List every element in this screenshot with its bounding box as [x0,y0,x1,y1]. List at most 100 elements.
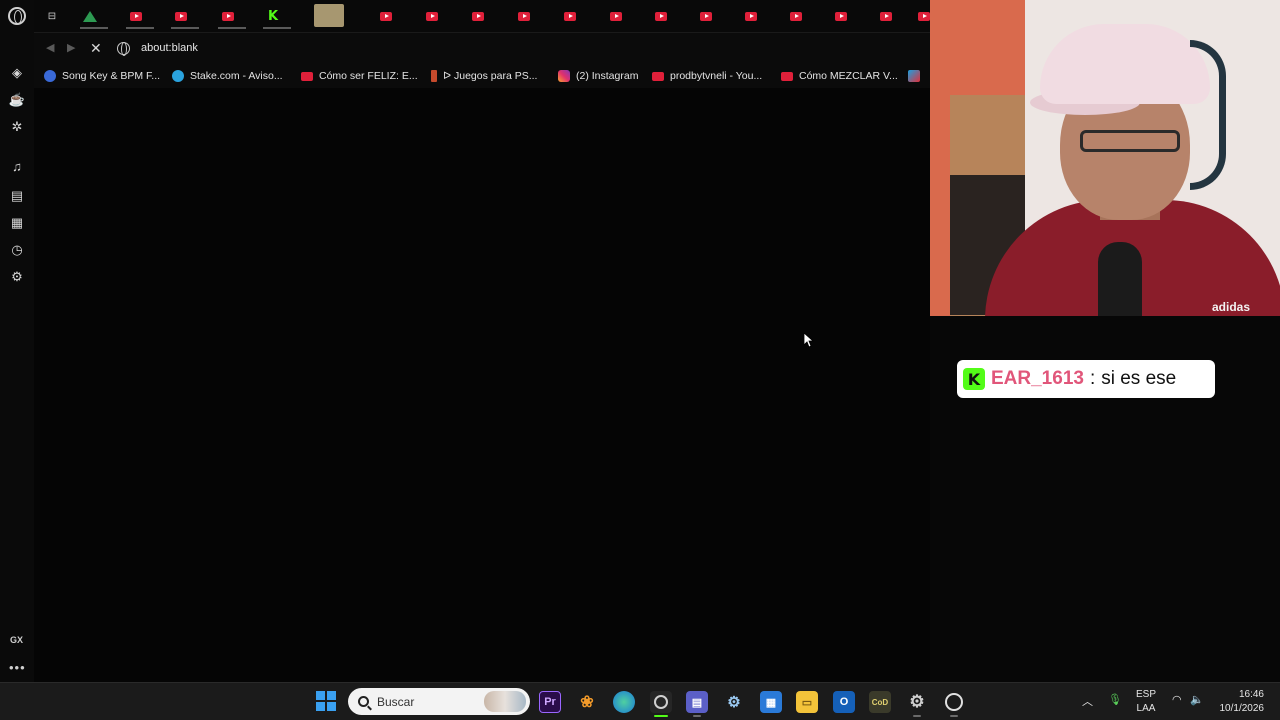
windows-start-icon[interactable] [316,691,336,711]
bookmark-label: Song Key & BPM F... [62,70,161,82]
bookmark-prodbytvneli[interactable]: prodbytvneli - You... [652,69,762,83]
taskbar-search[interactable]: Buscar [348,688,530,715]
url-field[interactable]: about:blank [141,42,198,54]
back-button[interactable]: ◀ [46,41,54,54]
youtube-icon [790,11,802,21]
tab-youtube-1[interactable] [122,5,154,29]
bookmark-label: ᐅ Juegos para PS... [443,70,538,82]
bookmark-label: Stake.com - Aviso... [190,70,283,82]
teams-icon[interactable]: ▤ [686,691,708,717]
fl-studio-icon[interactable]: ❀ [576,691,598,713]
opera-gx-icon[interactable] [8,7,26,25]
outlook-icon[interactable]: O [833,691,855,713]
youtube-icon [652,71,664,81]
gx-cleaner-icon[interactable]: ☕ [8,91,26,109]
address-bar: ◀ ▶ ✕ about:blank [34,32,930,64]
music-player-icon[interactable]: ♫ [8,158,26,176]
microphone [1098,242,1142,316]
clock-time: 16:46 [1238,689,1264,700]
bookmark-label: Cómo ser FELIZ: E... [319,70,418,82]
search-highlight-image [484,691,526,712]
bookmark-como-ser-feliz[interactable]: Cómo ser FELIZ: E... [301,69,418,83]
obs-icon[interactable] [943,691,965,717]
bookmark-como-mezclar[interactable]: Cómo MEZCLAR V... [781,69,898,83]
steam-icon[interactable]: ⚙ [723,691,745,713]
youtube-icon [610,11,622,21]
tab-youtube-5[interactable] [418,5,446,27]
settings-icon[interactable]: ⚙ [8,268,26,286]
tab-youtube-14[interactable] [827,5,855,27]
edge-icon[interactable] [613,691,635,713]
gx-corner-icon[interactable]: ✲ [8,118,26,136]
gx-label[interactable]: GX [10,635,23,645]
active-indicator [654,715,668,717]
youtube-icon [472,11,484,21]
shirt-logo: adidas [1212,300,1251,314]
call-of-duty-icon[interactable]: CoD [869,691,891,713]
tab-youtube-11[interactable] [692,5,720,27]
input-language[interactable]: ESP LAA [1136,688,1156,716]
youtube-icon [426,11,438,21]
tab-youtube-15[interactable] [872,5,900,27]
telegram-icon [172,70,184,82]
search-placeholder: Buscar [377,694,415,709]
bookmark-label: Cómo MEZCLAR V... [799,70,898,82]
show-hidden-icons-chevron-icon[interactable]: ︿ [1082,693,1093,709]
file-explorer-icon[interactable]: ▭ [796,691,818,713]
tab-youtube-13[interactable] [782,5,810,27]
tab-thumbnail[interactable] [314,4,344,27]
page-content[interactable] [34,88,930,682]
bookmark-song-key[interactable]: Song Key & BPM F... [44,69,160,83]
youtube-icon [130,11,142,21]
tab-strip: ⊟ K [34,0,930,32]
tab-kick[interactable]: K [259,5,291,29]
youtube-icon [380,11,392,21]
bookmarks-icon[interactable]: ▤ [8,187,26,205]
microsoft-store-icon[interactable]: ▦ [760,691,782,713]
tab-youtube-12[interactable] [737,5,765,27]
layout-code: LAA [1136,703,1156,714]
bookmark-juegos-ps[interactable]: ᐅ Juegos para PS... [431,69,537,83]
youtube-icon [880,11,892,21]
pinboards-icon[interactable]: ▦ [8,214,26,232]
tab-youtube-3[interactable] [214,5,246,29]
gx-control-icon[interactable]: ◈ [8,64,26,82]
youtube-icon [222,11,234,21]
youtube-icon [518,11,530,21]
tab-youtube-2[interactable] [167,5,199,29]
opera-gx-taskbar-icon[interactable] [650,691,672,717]
tab-youtube-6[interactable] [464,5,492,27]
headphones [1190,40,1226,190]
volume-icon[interactable]: 🔈 [1190,693,1204,706]
premiere-pro-icon[interactable]: Pr [539,691,561,713]
history-icon[interactable]: ◷ [8,241,26,259]
kick-badge-icon: K [963,368,985,390]
tab-youtube-9[interactable] [602,5,630,27]
youtube-icon [564,11,576,21]
more-options-icon[interactable]: ••• [9,660,26,675]
tab-youtube-10[interactable] [647,5,675,27]
youtube-icon [655,11,667,21]
settings-taskbar-icon[interactable]: ⚙ [906,691,928,717]
tab-manager-icon: ⊟ [47,10,57,22]
search-icon [358,696,369,707]
chat-text: si es ese [1101,368,1177,389]
tab-youtube-8[interactable] [556,5,584,27]
system-clock[interactable]: 16:46 10/1/2026 [1216,688,1265,716]
stop-loading-button[interactable]: ✕ [90,40,102,57]
tab-drive[interactable] [76,5,108,29]
bookmark-overflow[interactable] [908,69,920,83]
kick-icon: K [267,8,279,24]
bookmark-stake[interactable]: Stake.com - Aviso... [172,69,283,83]
bookmark-label: prodbytvneli - You... [670,70,763,82]
joystick-icon [431,70,437,82]
bookmark-instagram[interactable]: (2) Instagram [558,69,638,83]
forward-button[interactable]: ▶ [67,41,75,54]
wifi-icon[interactable]: ◠ [1172,693,1182,706]
youtube-icon [835,11,847,21]
tab-workspaces[interactable]: ⊟ [38,5,66,27]
tab-youtube-7[interactable] [510,5,538,27]
microphone-icon[interactable]: 🎙 [1108,693,1122,706]
tab-youtube-4[interactable] [372,5,400,27]
windows-taskbar: Buscar Pr ❀ ▤ ⚙ ▦ ▭ O CoD ⚙ ︿ 🎙 ESP LAA … [0,682,1280,720]
